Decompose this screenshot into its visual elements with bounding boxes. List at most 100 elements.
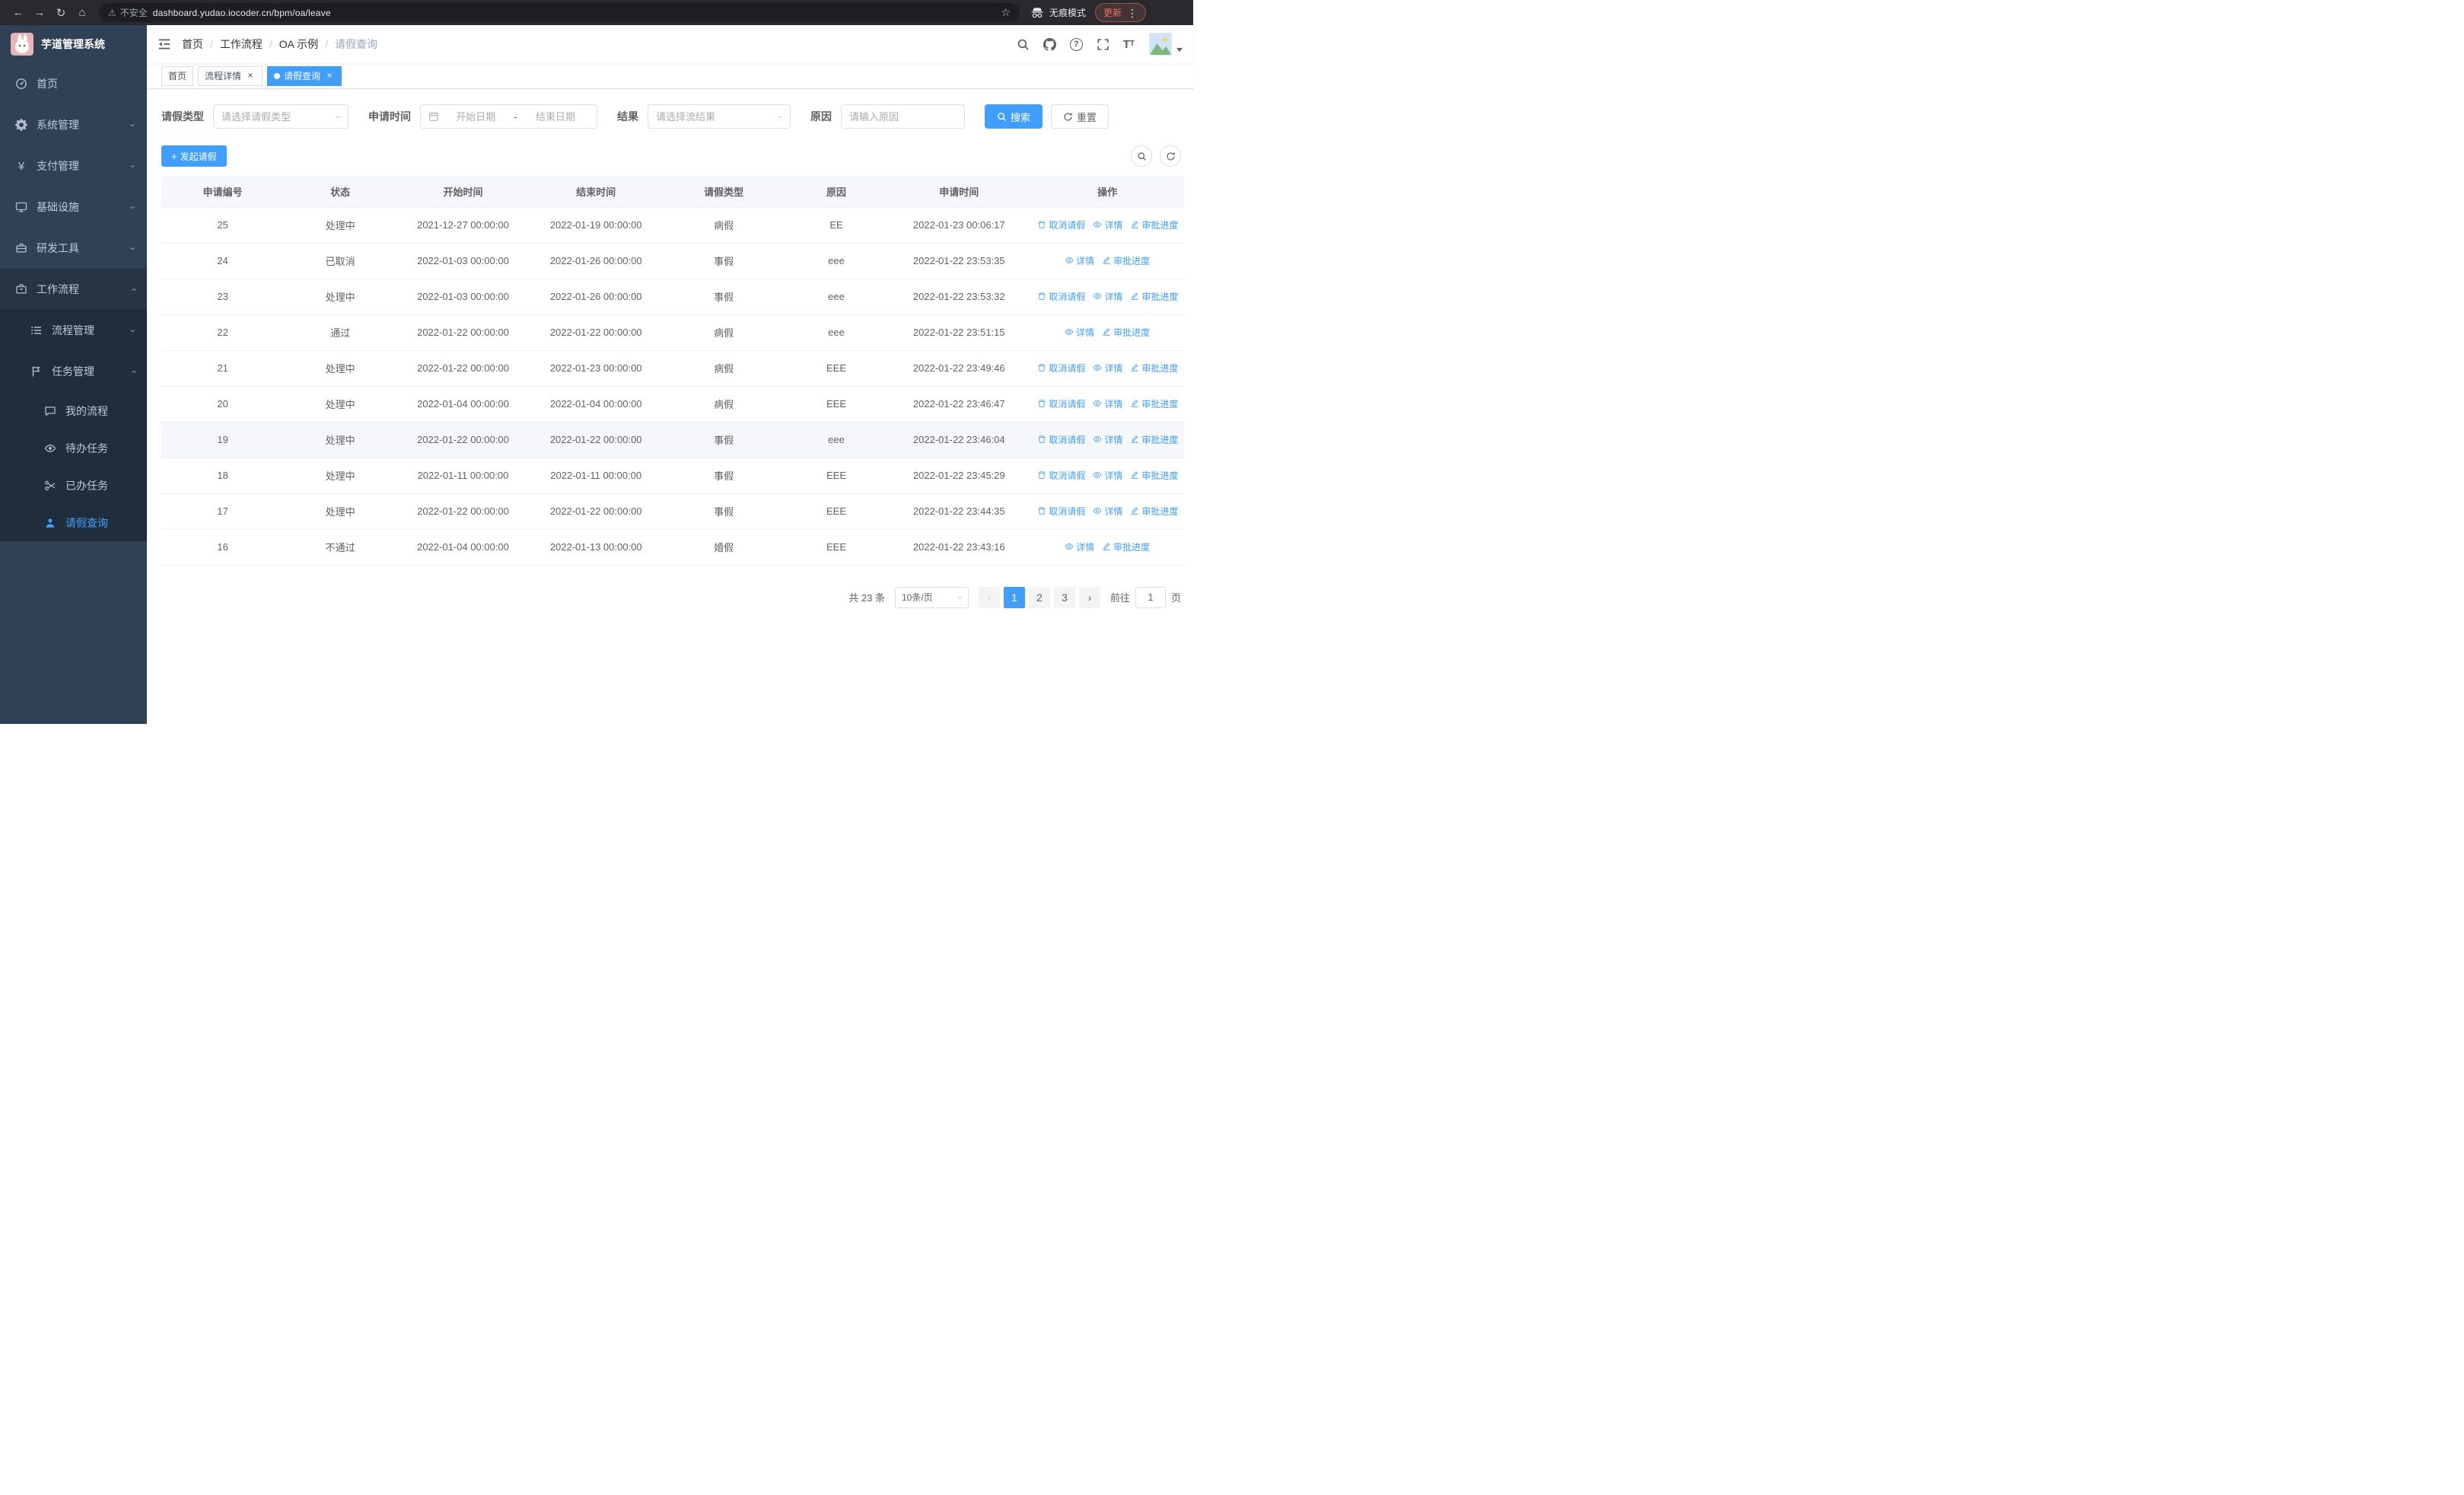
table-row: 23 处理中 2022-01-03 00:00:00 2022-01-26 00:00… bbox=[161, 279, 1184, 315]
end-date-input[interactable] bbox=[521, 110, 589, 123]
sidebar-item-my-process[interactable]: 我的流程 bbox=[0, 392, 147, 429]
approval-progress-link[interactable]: 审批进度 bbox=[1102, 326, 1150, 339]
cell-start-time: 2022-01-22 00:00:00 bbox=[396, 493, 530, 530]
cancel-leave-link[interactable]: 取消请假 bbox=[1037, 469, 1085, 482]
user-menu[interactable] bbox=[1149, 33, 1183, 56]
reload-icon[interactable]: ↻ bbox=[50, 2, 72, 24]
date-range-picker[interactable]: - bbox=[420, 104, 597, 129]
reason-input[interactable] bbox=[849, 110, 957, 123]
app-logo-row[interactable]: 芋道管理系统 bbox=[0, 25, 147, 63]
cancel-leave-link[interactable]: 取消请假 bbox=[1037, 218, 1085, 231]
sidebar-collapse-icon[interactable] bbox=[147, 25, 182, 63]
sidebar-item-label: 已办任务 bbox=[65, 479, 108, 492]
tab-home[interactable]: 首页 bbox=[161, 65, 194, 86]
reset-button[interactable]: 重置 bbox=[1051, 104, 1109, 129]
security-chip[interactable]: ⚠ 不安全 bbox=[108, 6, 148, 19]
bookmark-star-icon[interactable]: ☆ bbox=[1001, 6, 1011, 19]
breadcrumb-item[interactable]: 首页 bbox=[182, 37, 203, 52]
approval-progress-link[interactable]: 审批进度 bbox=[1102, 540, 1150, 553]
detail-link[interactable]: 详情 bbox=[1093, 469, 1122, 482]
next-page-button[interactable]: › bbox=[1078, 586, 1100, 608]
detail-link[interactable]: 详情 bbox=[1093, 218, 1122, 231]
cell-start-time: 2022-01-04 00:00:00 bbox=[396, 529, 530, 566]
prev-page-button[interactable]: ‹ bbox=[978, 586, 1000, 608]
forward-icon[interactable]: → bbox=[29, 2, 50, 24]
filter-reason: 原因 bbox=[810, 104, 965, 129]
result-select-input[interactable] bbox=[656, 110, 776, 123]
detail-link[interactable]: 详情 bbox=[1093, 433, 1122, 446]
view-icon bbox=[1093, 506, 1102, 515]
detail-link[interactable]: 详情 bbox=[1093, 290, 1122, 303]
detail-link[interactable]: 详情 bbox=[1093, 397, 1122, 410]
sidebar-item-process-mgmt[interactable]: 流程管理 › bbox=[0, 310, 147, 351]
toggle-search-button[interactable] bbox=[1131, 145, 1152, 167]
create-leave-button[interactable]: + 发起请假 bbox=[161, 145, 227, 167]
sidebar-item-dev-tools[interactable]: 研发工具 › bbox=[0, 228, 147, 269]
sidebar-item-home[interactable]: 首页 bbox=[0, 63, 147, 104]
breadcrumb-item[interactable]: OA 示例 bbox=[279, 37, 318, 52]
leave-type-select[interactable]: › bbox=[213, 104, 349, 129]
table-row: 19 处理中 2022-01-22 00:00:00 2022-01-22 00:00… bbox=[161, 422, 1184, 458]
browser-menu-icon[interactable]: ⋮ bbox=[1127, 8, 1138, 18]
cancel-leave-link[interactable]: 取消请假 bbox=[1037, 397, 1085, 410]
approval-progress-link[interactable]: 审批进度 bbox=[1130, 505, 1178, 518]
approval-progress-link[interactable]: 审批进度 bbox=[1130, 290, 1178, 303]
sidebar-item-system-mgmt[interactable]: 系统管理 › bbox=[0, 104, 147, 145]
approval-progress-link[interactable]: 审批进度 bbox=[1102, 254, 1150, 267]
page-button-1[interactable]: 1 bbox=[1003, 586, 1025, 608]
close-icon[interactable]: × bbox=[324, 70, 335, 81]
approval-progress-link[interactable]: 审批进度 bbox=[1130, 218, 1178, 231]
sidebar-item-done-tasks[interactable]: 已办任务 bbox=[0, 467, 147, 504]
view-icon bbox=[1093, 470, 1102, 480]
leave-type-select-input[interactable] bbox=[221, 110, 334, 123]
approval-progress-link[interactable]: 审批进度 bbox=[1130, 433, 1178, 446]
approval-progress-link[interactable]: 审批进度 bbox=[1130, 362, 1178, 375]
cancel-leave-link[interactable]: 取消请假 bbox=[1037, 290, 1085, 303]
goto-page-input[interactable] bbox=[1135, 586, 1166, 608]
sidebar-item-todo-tasks[interactable]: 待办任务 bbox=[0, 429, 147, 467]
sidebar-item-infrastructure[interactable]: 基础设施 › bbox=[0, 186, 147, 228]
close-icon[interactable]: × bbox=[245, 70, 256, 81]
sidebar-item-task-mgmt[interactable]: 任务管理 › bbox=[0, 351, 147, 392]
create-leave-label: 发起请假 bbox=[180, 151, 217, 162]
page-button-3[interactable]: 3 bbox=[1053, 586, 1075, 608]
update-chip[interactable]: 更新 ⋮ bbox=[1095, 3, 1147, 22]
breadcrumb-item[interactable]: 工作流程 bbox=[220, 37, 263, 52]
sidebar-item-workflow[interactable]: 工作流程 › bbox=[0, 269, 147, 310]
search-button[interactable]: 搜索 bbox=[985, 104, 1043, 129]
cell-leave-type: 病假 bbox=[662, 314, 785, 351]
search-icon[interactable] bbox=[1010, 38, 1036, 51]
detail-link[interactable]: 详情 bbox=[1065, 540, 1094, 553]
approval-progress-link[interactable]: 审批进度 bbox=[1130, 397, 1178, 410]
cancel-leave-link[interactable]: 取消请假 bbox=[1037, 433, 1085, 446]
detail-link[interactable]: 详情 bbox=[1093, 362, 1122, 375]
tab-process-detail[interactable]: 流程详情 × bbox=[198, 65, 263, 86]
page-size-label: 10条/页 bbox=[901, 592, 933, 603]
font-size-icon[interactable]: TT bbox=[1116, 39, 1141, 50]
sidebar-item-payment-mgmt[interactable]: ¥ 支付管理 › bbox=[0, 145, 147, 186]
fullscreen-icon[interactable] bbox=[1090, 38, 1116, 51]
detail-link[interactable]: 详情 bbox=[1065, 254, 1094, 267]
home-icon[interactable]: ⌂ bbox=[72, 2, 93, 24]
result-select[interactable]: › bbox=[648, 104, 791, 129]
avatar[interactable] bbox=[1149, 33, 1172, 56]
plus-icon: + bbox=[171, 150, 177, 162]
cancel-leave-link[interactable]: 取消请假 bbox=[1037, 362, 1085, 375]
cell-start-time: 2022-01-22 00:00:00 bbox=[396, 314, 530, 351]
page-size-select[interactable]: 10条/页 › bbox=[894, 586, 969, 608]
sidebar-item-leave-query[interactable]: 请假查询 bbox=[0, 504, 147, 541]
start-date-input[interactable] bbox=[442, 110, 510, 123]
col-header-id: 申请编号 bbox=[161, 176, 285, 208]
detail-link[interactable]: 详情 bbox=[1065, 326, 1094, 339]
table-body: 25 处理中 2021-12-27 00:00:00 2022-01-19 00:00… bbox=[161, 207, 1184, 566]
help-icon[interactable]: ? bbox=[1063, 37, 1090, 51]
back-icon[interactable]: ← bbox=[8, 2, 29, 24]
detail-link[interactable]: 详情 bbox=[1093, 505, 1122, 518]
page-button-2[interactable]: 2 bbox=[1028, 586, 1050, 608]
approval-progress-link[interactable]: 审批进度 bbox=[1130, 469, 1178, 482]
github-icon[interactable] bbox=[1036, 37, 1063, 51]
address-bar[interactable]: ⚠ 不安全 dashboard.yudao.iocoder.cn/bpm/oa/… bbox=[99, 3, 1020, 22]
cancel-leave-link[interactable]: 取消请假 bbox=[1037, 505, 1085, 518]
tab-leave-query[interactable]: 请假查询 × bbox=[267, 65, 342, 86]
refresh-table-button[interactable] bbox=[1160, 145, 1181, 167]
